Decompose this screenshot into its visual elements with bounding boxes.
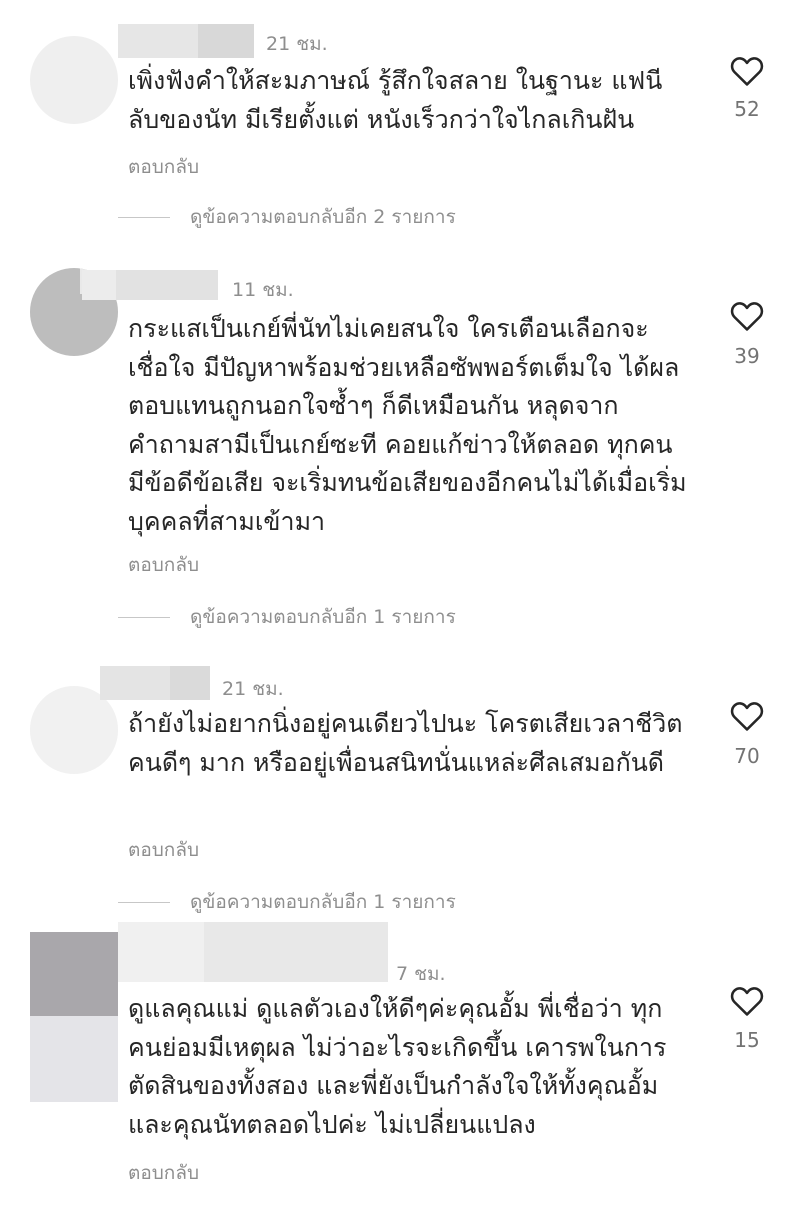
comment-timestamp: 21 ชม. [222, 678, 284, 700]
heart-icon[interactable] [730, 985, 764, 1017]
like-count: 70 [734, 744, 760, 768]
comment-item: 21 ชม. ถ้ายังไม่อยากนิ่งอยู่คนเดียวไปนะ … [0, 650, 800, 930]
comment-item: 7 ชม. ดูแลคุณแม่ ดูแลตัวเองให้ดีๆค่ะคุณอ… [0, 922, 800, 1209]
comment-text: เพิ่งฟังคำให้สะมภาษณ์ รู้สึกใจสลาย ในฐาน… [128, 66, 663, 134]
comment-item: 11 ชม. กระแสเป็นเกย์พี่นัทไม่เคยสนใจ ใคร… [0, 260, 800, 650]
like-count: 15 [734, 1028, 760, 1052]
heart-icon[interactable] [730, 700, 764, 732]
heart-icon[interactable] [730, 55, 764, 87]
avatar[interactable] [30, 36, 118, 124]
reply-button[interactable]: ตอบกลับ [128, 152, 199, 182]
divider-line [118, 616, 170, 618]
username-redacted[interactable] [118, 24, 254, 58]
reply-button[interactable]: ตอบกลับ [128, 550, 199, 580]
view-replies-button[interactable]: ดูข้อความตอบกลับอีก 1 รายการ [118, 890, 456, 914]
username-redacted[interactable] [100, 666, 210, 700]
comment-timestamp: 7 ชม. [396, 963, 446, 985]
like-count: 39 [734, 344, 760, 368]
comment-text: ดูแลคุณแม่ ดูแลตัวเองให้ดีๆค่ะคุณอั้ม พี… [128, 994, 667, 1139]
heart-icon[interactable] [730, 300, 764, 332]
view-replies-button[interactable]: ดูข้อความตอบกลับอีก 2 รายการ [118, 205, 456, 229]
comment-timestamp: 21 ชม. [266, 33, 328, 55]
avatar[interactable] [30, 932, 118, 1102]
divider-line [118, 216, 170, 218]
comment-item: 21 ชม. เพิ่งฟังคำให้สะมภาษณ์ รู้สึกใจสลา… [0, 0, 800, 260]
comment-timestamp: 11 ชม. [232, 279, 294, 301]
divider-line [118, 901, 170, 903]
view-replies-label: ดูข้อความตอบกลับอีก 2 รายการ [190, 206, 456, 228]
view-replies-label: ดูข้อความตอบกลับอีก 1 รายการ [190, 606, 456, 628]
comment-text: กระแสเป็นเกย์พี่นัทไม่เคยสนใจ ใครเตือนเล… [128, 314, 687, 536]
view-replies-label: ดูข้อความตอบกลับอีก 1 รายการ [190, 891, 456, 913]
view-replies-button[interactable]: ดูข้อความตอบกลับอีก 1 รายการ [118, 605, 456, 629]
username-redacted[interactable] [82, 270, 218, 300]
like-count: 52 [734, 97, 760, 121]
comment-text: ถ้ายังไม่อยากนิ่งอยู่คนเดียวไปนะ โครตเสี… [128, 709, 683, 777]
reply-button[interactable]: ตอบกลับ [128, 835, 199, 865]
username-redacted[interactable] [118, 922, 388, 982]
reply-button[interactable]: ตอบกลับ [128, 1158, 199, 1188]
